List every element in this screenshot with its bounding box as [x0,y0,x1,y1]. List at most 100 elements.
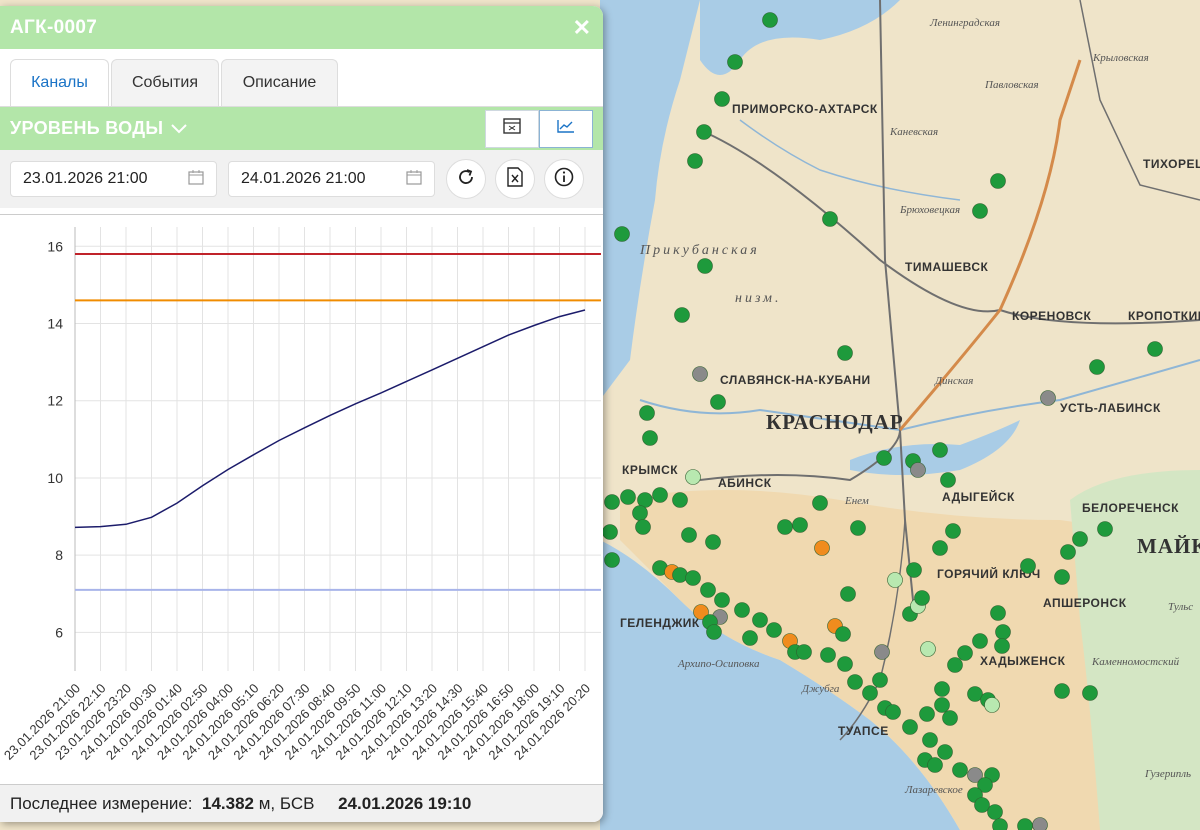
station-marker[interactable] [714,91,730,107]
station-marker[interactable] [727,54,743,70]
station-marker[interactable] [927,757,943,773]
info-button[interactable] [544,159,584,199]
station-marker[interactable] [887,572,903,588]
station-marker[interactable] [706,624,722,640]
station-marker[interactable] [957,645,973,661]
station-marker[interactable] [714,592,730,608]
station-marker[interactable] [972,203,988,219]
station-marker[interactable] [602,524,618,540]
station-marker[interactable] [850,520,866,536]
station-marker[interactable] [994,638,1010,654]
station-marker[interactable] [987,804,1003,820]
station-marker[interactable] [942,710,958,726]
channel-select[interactable]: УРОВЕНЬ ВОДЫ [10,118,187,139]
station-marker[interactable] [697,258,713,274]
station-marker[interactable] [934,681,950,697]
station-marker[interactable] [1060,544,1076,560]
station-marker[interactable] [822,211,838,227]
station-marker[interactable] [840,586,856,602]
station-marker[interactable] [700,582,716,598]
station-marker[interactable] [685,469,701,485]
station-marker[interactable] [1072,531,1088,547]
station-marker[interactable] [940,472,956,488]
station-marker[interactable] [812,495,828,511]
station-marker[interactable] [705,534,721,550]
station-marker[interactable] [620,489,636,505]
station-marker[interactable] [934,697,950,713]
station-marker[interactable] [604,552,620,568]
date-to-field[interactable]: 24.01.2026 21:00 [228,161,435,197]
station-marker[interactable] [642,430,658,446]
station-marker[interactable] [639,405,655,421]
station-marker[interactable] [734,602,750,618]
station-marker[interactable] [696,124,712,140]
station-marker[interactable] [685,570,701,586]
station-marker[interactable] [837,345,853,361]
station-marker[interactable] [796,644,812,660]
station-marker[interactable] [990,173,1006,189]
station-marker[interactable] [902,719,918,735]
station-marker[interactable] [777,519,793,535]
station-marker[interactable] [995,624,1011,640]
station-marker[interactable] [752,612,768,628]
station-marker[interactable] [635,519,651,535]
date-from-field[interactable]: 23.01.2026 21:00 [10,161,217,197]
station-marker[interactable] [1147,341,1163,357]
station-marker[interactable] [681,527,697,543]
station-marker[interactable] [932,540,948,556]
tab-channels[interactable]: Каналы [10,59,109,106]
station-marker[interactable] [922,732,938,748]
station-marker[interactable] [1054,569,1070,585]
station-marker[interactable] [1020,558,1036,574]
station-marker[interactable] [932,442,948,458]
station-marker[interactable] [947,657,963,673]
station-marker[interactable] [862,685,878,701]
calendar-icon[interactable] [406,169,422,190]
station-marker[interactable] [672,567,688,583]
station-marker[interactable] [766,622,782,638]
station-marker[interactable] [632,505,648,521]
station-marker[interactable] [1089,359,1105,375]
station-marker[interactable] [990,605,1006,621]
station-marker[interactable] [1097,521,1113,537]
station-marker[interactable] [614,226,630,242]
station-marker[interactable] [906,562,922,578]
station-marker[interactable] [984,697,1000,713]
station-marker[interactable] [604,494,620,510]
station-marker[interactable] [974,797,990,813]
station-marker[interactable] [687,153,703,169]
station-marker[interactable] [1082,685,1098,701]
station-marker[interactable] [872,672,888,688]
excel-export-button[interactable] [495,159,535,199]
water-level-chart[interactable]: 6 8 10 12 14 16 23.01.2026 21:00 23.01.2026 22:… [0,214,603,785]
station-marker[interactable] [885,704,901,720]
chart-view-button[interactable] [539,109,593,148]
station-marker[interactable] [835,626,851,642]
station-marker[interactable] [847,674,863,690]
station-marker[interactable] [674,307,690,323]
tab-events[interactable]: События [111,59,219,106]
calendar-icon[interactable] [188,169,204,190]
station-marker[interactable] [876,450,892,466]
station-marker[interactable] [910,462,926,478]
station-marker[interactable] [937,744,953,760]
station-marker[interactable] [952,762,968,778]
station-marker[interactable] [820,647,836,663]
station-marker[interactable] [837,656,853,672]
station-marker[interactable] [814,540,830,556]
station-marker[interactable] [792,517,808,533]
table-view-button[interactable] [485,109,539,148]
station-marker[interactable] [874,644,890,660]
station-marker[interactable] [672,492,688,508]
close-icon[interactable]: ✕ [573,15,591,41]
station-marker[interactable] [920,641,936,657]
station-marker[interactable] [710,394,726,410]
tab-description[interactable]: Описание [221,59,338,106]
refresh-button[interactable] [446,159,486,199]
station-marker[interactable] [945,523,961,539]
station-marker[interactable] [914,590,930,606]
station-marker[interactable] [919,706,935,722]
station-marker[interactable] [1040,390,1056,406]
station-marker[interactable] [1032,817,1048,830]
station-marker[interactable] [742,630,758,646]
